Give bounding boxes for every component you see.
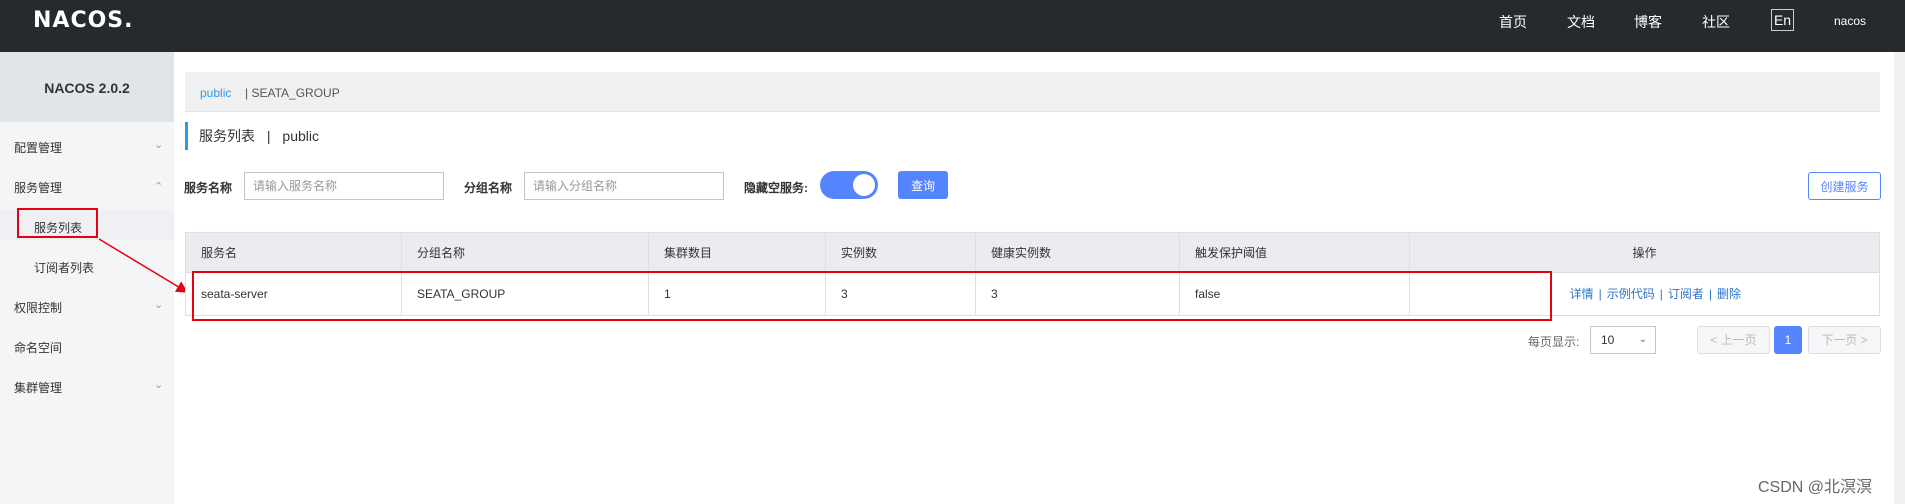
col-group-name: 分组名称: [402, 233, 649, 272]
group-name-input[interactable]: [524, 172, 724, 200]
scrollbar[interactable]: [1894, 52, 1905, 504]
delete-link[interactable]: 删除: [1717, 287, 1741, 301]
query-button[interactable]: 查询: [898, 171, 948, 199]
page-1-button[interactable]: 1: [1774, 326, 1802, 354]
col-healthy-count: 健康实例数: [976, 233, 1180, 272]
per-page-label: 每页显示:: [1528, 335, 1580, 349]
watermark: CSDN @北溟溟: [1758, 479, 1873, 496]
col-actions: 操作: [1632, 246, 1657, 260]
toggle-knob: [853, 174, 875, 196]
prev-page-button[interactable]: < 上一页: [1697, 326, 1770, 354]
next-page-button[interactable]: 下一页 >: [1808, 326, 1881, 354]
col-service-name: 服务名: [186, 233, 402, 272]
service-name-input[interactable]: [244, 172, 444, 200]
service-name-label: 服务名称: [184, 181, 233, 195]
sample-code-link[interactable]: 示例代码: [1607, 287, 1655, 301]
annotation-box-row: [192, 271, 1552, 321]
breadcrumb: public | SEATA_GROUP: [185, 72, 1880, 112]
breadcrumb-namespace[interactable]: public: [200, 86, 231, 100]
group-name-label: 分组名称: [464, 181, 513, 195]
col-instance-count: 实例数: [826, 233, 976, 272]
detail-link[interactable]: 详情: [1570, 287, 1594, 301]
table-header: 服务名 分组名称 集群数目 实例数 健康实例数 触发保护阈值 操作: [186, 233, 1879, 273]
per-page-select[interactable]: 10 ⌄: [1590, 326, 1656, 354]
subscribers-link[interactable]: 订阅者: [1668, 287, 1704, 301]
hide-empty-toggle[interactable]: [820, 171, 878, 199]
col-cluster-count: 集群数目: [649, 233, 826, 272]
breadcrumb-group: | SEATA_GROUP: [245, 86, 340, 100]
chevron-down-icon: ⌄: [1638, 334, 1647, 345]
col-protect-threshold: 触发保护阈值: [1180, 233, 1410, 272]
create-service-button[interactable]: 创建服务: [1808, 172, 1881, 200]
page-title: 服务列表 | public: [185, 122, 319, 150]
hide-empty-label: 隐藏空服务:: [744, 181, 808, 195]
